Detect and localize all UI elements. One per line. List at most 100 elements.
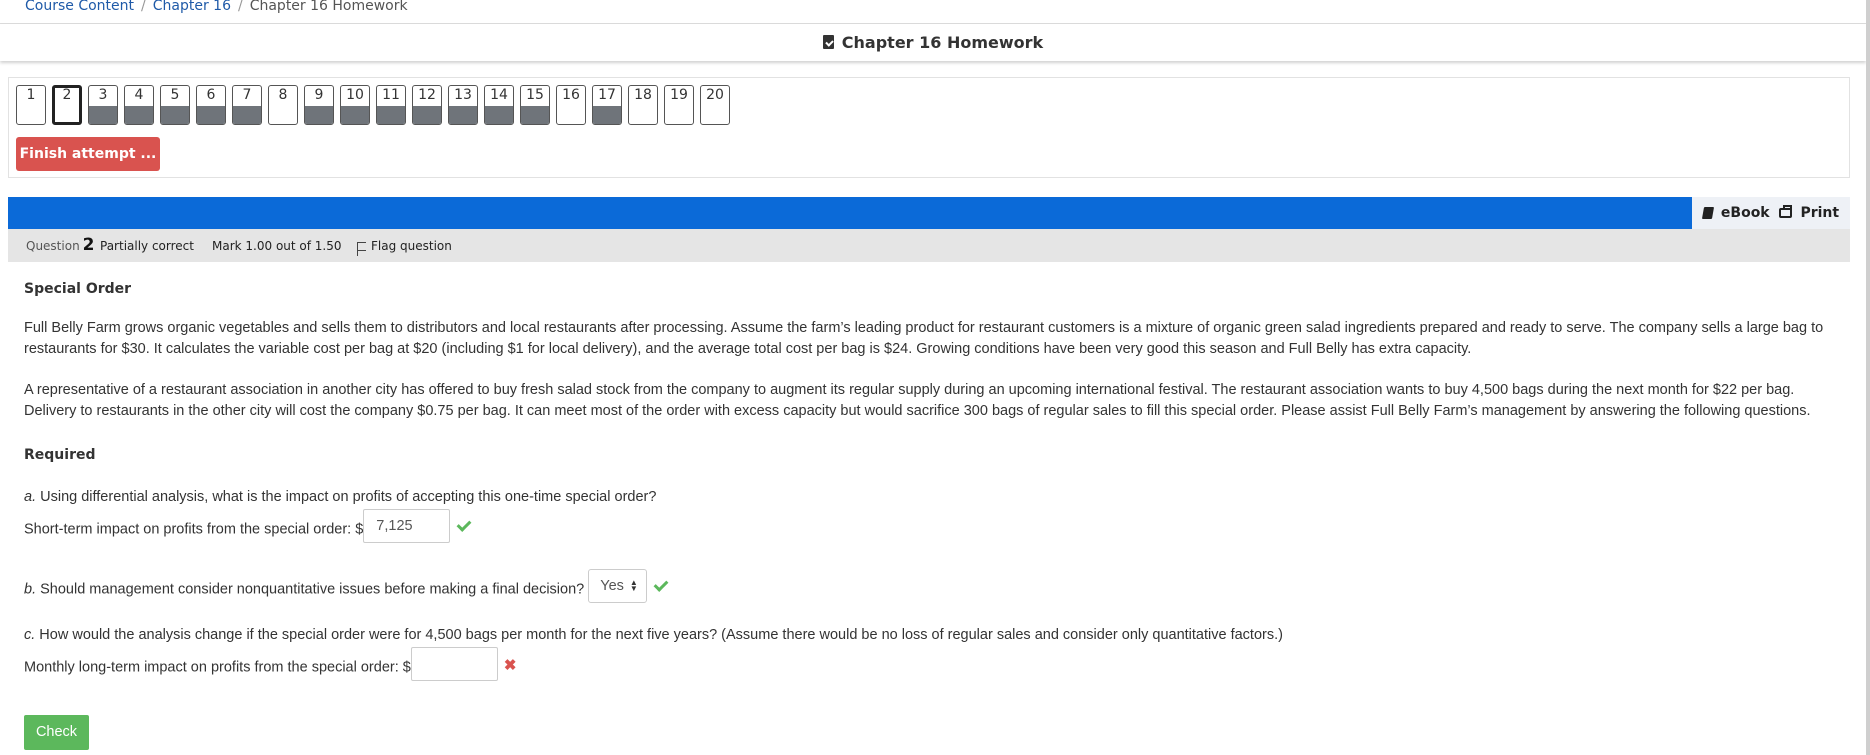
question-prefix: Question [26, 239, 80, 253]
quiz-nav-button-label: 15 [526, 87, 544, 103]
quiz-nav-button[interactable]: 16 [556, 85, 586, 125]
partially-correct-indicator [233, 106, 261, 124]
part-c-answer-label: Monthly long-term impact on profits from… [24, 659, 411, 676]
quiz-nav-button-label: 20 [706, 87, 724, 103]
printer-icon [1779, 205, 1793, 218]
part-a-letter: a. [24, 489, 37, 505]
quiz-nav-button[interactable]: 10 [340, 85, 370, 125]
part-a-answer-label: Short-term impact on profits from the sp… [24, 521, 364, 538]
breadcrumb-link-chapter[interactable]: Chapter 16 [153, 0, 231, 14]
quiz-nav-button-label: 18 [634, 87, 652, 103]
quiz-nav-button[interactable]: 6 [196, 85, 226, 125]
flag-icon [357, 242, 366, 256]
quiz-nav-button[interactable]: 12 [412, 85, 442, 125]
partially-correct-indicator [593, 106, 621, 124]
print-button[interactable]: Print [1779, 205, 1839, 221]
quiz-nav-button[interactable]: 19 [664, 85, 694, 125]
quiz-nav-button[interactable]: 20 [700, 85, 730, 125]
page-title-wrap: Chapter 16 Homework [822, 33, 1044, 53]
partially-correct-indicator [449, 106, 477, 124]
flag-question-button[interactable]: Flag question [357, 239, 452, 256]
partially-correct-indicator [521, 106, 549, 124]
breadcrumb-current: Chapter 16 Homework [249, 0, 408, 14]
quiz-nav-button-label: 5 [170, 87, 180, 103]
part-b-answer-select[interactable]: Yes ▲ ▼ [588, 569, 647, 603]
quiz-nav-button[interactable]: 5 [160, 85, 190, 125]
page-scrollbar[interactable] [1866, 0, 1870, 755]
quiz-nav-button[interactable]: 14 [484, 85, 514, 125]
question-mark: Mark 1.00 out of 1.50 [212, 239, 342, 253]
quiz-nav-button-label: 7 [242, 87, 252, 103]
quiz-nav-button-label: 9 [314, 87, 324, 103]
partially-correct-indicator [377, 106, 405, 124]
quiz-nav-button-label: 1 [26, 87, 36, 103]
part-c-letter: c. [24, 627, 36, 643]
quiz-nav-button[interactable]: 1 [16, 85, 46, 125]
partially-correct-indicator [341, 106, 369, 124]
ebook-label: eBook [1720, 205, 1770, 221]
part-c-prompt: c. How would the analysis change if the … [24, 625, 1283, 645]
breadcrumb-separator: / [141, 0, 146, 14]
finish-attempt-button[interactable]: Finish attempt ... [16, 137, 160, 171]
quiz-nav-button-label: 4 [134, 87, 144, 103]
quiz-nav-button-label: 11 [382, 87, 400, 103]
page-header: Chapter 16 Homework [0, 24, 1866, 61]
quiz-nav-button-label: 3 [98, 87, 108, 103]
part-c-text: How would the analysis change if the spe… [35, 627, 1283, 643]
quiz-nav-button-label: 10 [346, 87, 364, 103]
quiz-nav-button[interactable]: 8 [268, 85, 298, 125]
question-tools: eBook Print [1692, 197, 1850, 229]
quiz-nav-button-label: 2 [62, 87, 72, 103]
partially-correct-indicator [305, 106, 333, 124]
quiz-nav-button[interactable]: 4 [124, 85, 154, 125]
quiz-navigation: 1 2 3 4 5 6 7 8 9 10 11 12 13 14 15 16 17 18 19 20 [16, 85, 736, 125]
quiz-nav-button[interactable]: 17 [592, 85, 622, 125]
part-b-letter: b. [24, 581, 37, 598]
quiz-nav-button[interactable]: 13 [448, 85, 478, 125]
quiz-nav-button[interactable]: 15 [520, 85, 550, 125]
book-icon [1701, 207, 1714, 219]
required-heading: Required [24, 447, 96, 463]
select-updown-icon: ▲ ▼ [629, 578, 638, 594]
breadcrumb: Course Content / Chapter 16 / Chapter 16 Hom… [25, 0, 408, 15]
partially-correct-indicator [413, 106, 441, 124]
part-b-selected-value: Yes [600, 578, 624, 594]
quiz-nav-button-label: 6 [206, 87, 216, 103]
breadcrumb-separator: / [237, 0, 243, 14]
quiz-nav-button-label: 16 [562, 87, 580, 103]
quiz-nav-button-label: 8 [278, 87, 288, 103]
assignment-file-icon [822, 35, 834, 49]
question-number: 2 [82, 235, 95, 255]
quiz-nav-button[interactable]: 3 [88, 85, 118, 125]
part-a-prompt: a. Using differential analysis, what is … [24, 487, 656, 507]
part-a-answer-input[interactable]: 7,125 [363, 509, 451, 543]
quiz-navigation-block: 1 2 3 4 5 6 7 8 9 10 11 12 13 14 15 16 17 18 19 20 Finish a… [8, 77, 1850, 178]
quiz-nav-button-label: 14 [490, 87, 508, 103]
correct-check-icon [653, 577, 669, 593]
quiz-nav-button-label: 19 [670, 87, 688, 103]
partially-correct-indicator [161, 106, 189, 124]
quiz-nav-button-label: 13 [454, 87, 472, 103]
question-state: Partially correct [100, 239, 194, 253]
partially-correct-indicator [89, 106, 117, 124]
part-c-answer-row: Monthly long-term impact on profits from… [24, 647, 517, 681]
quiz-nav-button[interactable]: 7 [232, 85, 262, 125]
print-label: Print [1800, 205, 1840, 221]
page-title: Chapter 16 Homework [841, 33, 1044, 52]
quiz-nav-button[interactable]: 11 [376, 85, 406, 125]
check-button[interactable]: Check [24, 715, 89, 750]
quiz-nav-button[interactable]: 2 [52, 85, 82, 125]
ebook-button[interactable]: eBook [1701, 205, 1770, 221]
part-a-text: Using differential analysis, what is the… [36, 489, 657, 505]
partially-correct-indicator [485, 106, 513, 124]
part-a-answer-row: Short-term impact on profits from the sp… [24, 509, 472, 543]
breadcrumb-link-course-content[interactable]: Course Content [25, 0, 134, 14]
question-info-bar: Question 2 Partially correct Mark 1.00 ou… [8, 229, 1850, 262]
quiz-nav-button[interactable]: 18 [628, 85, 658, 125]
part-c-answer-input[interactable] [410, 647, 498, 681]
quiz-nav-button[interactable]: 9 [304, 85, 334, 125]
quiz-nav-button-label: 17 [598, 87, 616, 103]
partially-correct-indicator [197, 106, 225, 124]
incorrect-x-icon: ✖ [503, 657, 517, 675]
part-b-text: Should management consider nonquantitati… [36, 581, 585, 598]
